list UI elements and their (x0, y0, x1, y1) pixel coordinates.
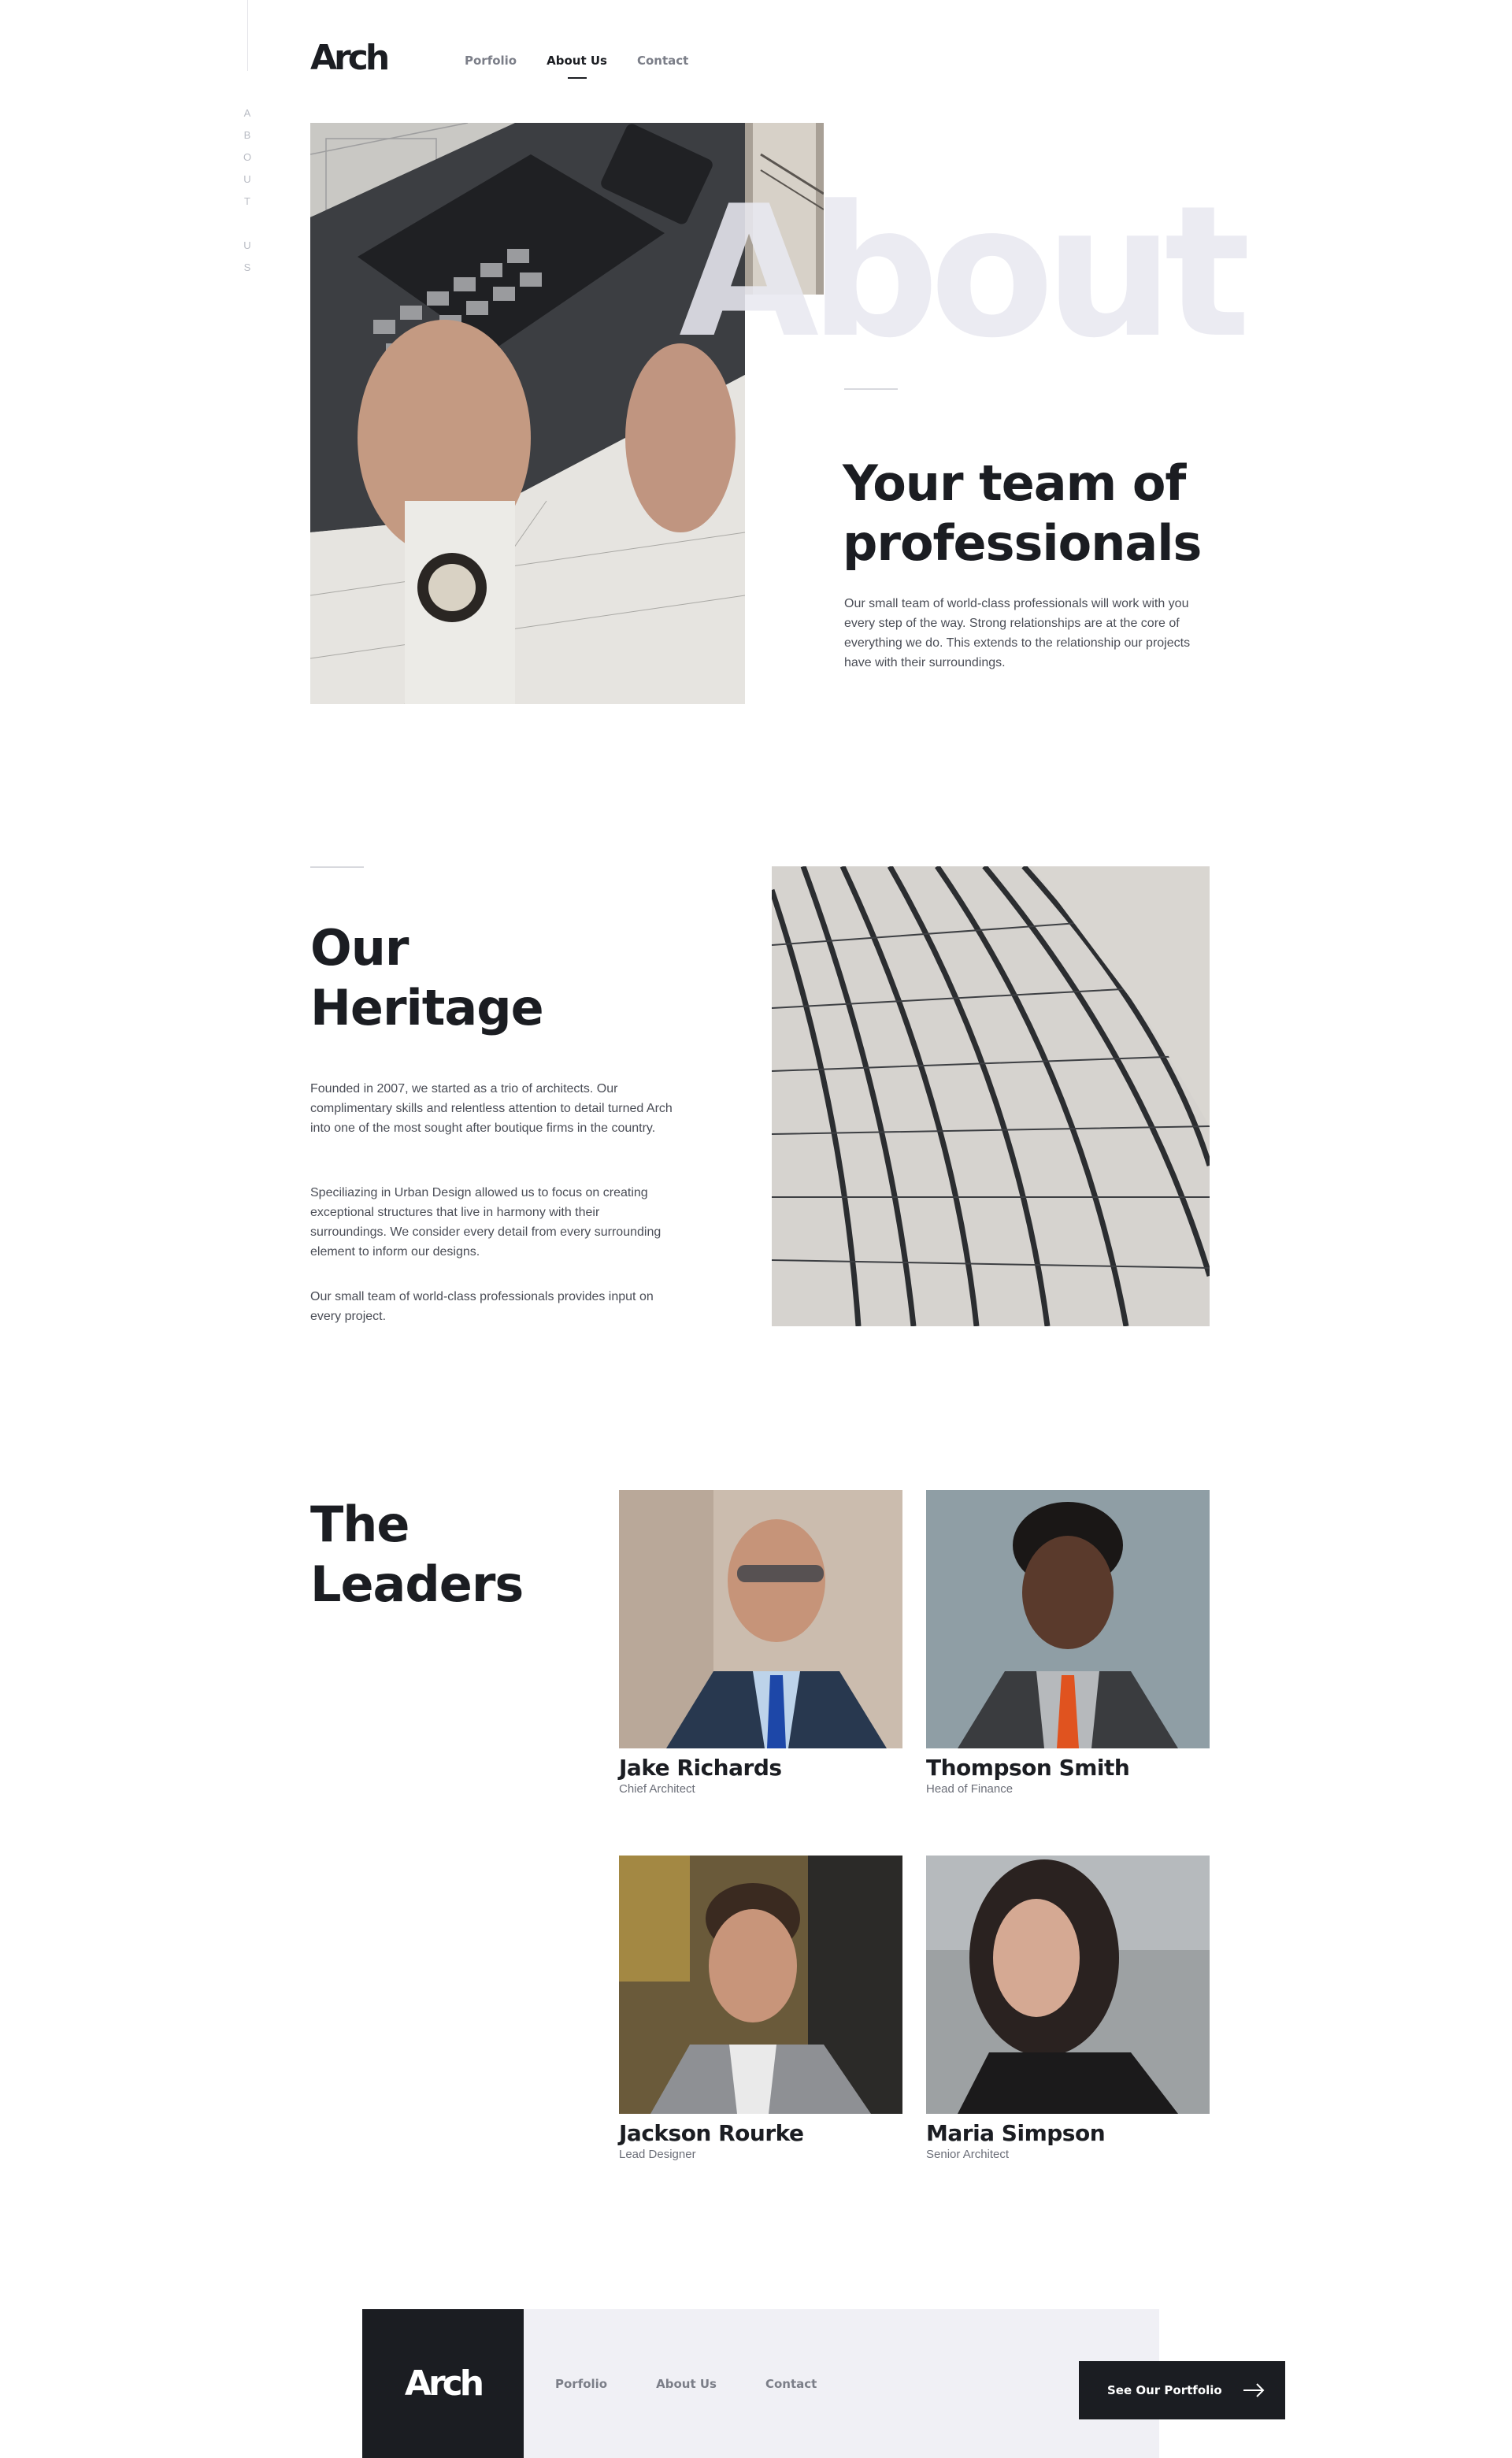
leader-name: Jake Richards (619, 1755, 782, 1781)
leaders-title: The Leaders (310, 1496, 524, 1613)
leader-photo (619, 1856, 902, 2114)
nav-link-contact[interactable]: Contact (637, 54, 688, 68)
leader-card[interactable]: Thompson Smith Head of Finance (926, 1490, 1210, 1796)
leader-name: Jackson Rourke (619, 2120, 804, 2146)
leader-role: Senior Architect (926, 2148, 1010, 2161)
leader-name: Thompson Smith (926, 1755, 1130, 1781)
footer-link-portfolio[interactable]: Porfolio (555, 2377, 607, 2391)
site-footer: Arch Porfolio About Us Contact (362, 2309, 1159, 2458)
cta-label: See Our Portfolio (1107, 2383, 1222, 2397)
footer-logo-box: Arch (362, 2309, 524, 2458)
heritage-paragraph-3: Our small team of world-class profession… (310, 1290, 654, 1323)
arrow-right-icon (1243, 2383, 1265, 2397)
footer-nav: Porfolio About Us Contact (555, 2377, 817, 2391)
hero-title: Your team of professionals (843, 454, 1202, 572)
leader-card[interactable]: Maria Simpson Senior Architect (926, 1856, 1210, 2161)
leader-photo (619, 1490, 902, 1748)
footer-link-contact[interactable]: Contact (765, 2377, 817, 2391)
leader-photo (926, 1490, 1210, 1748)
leader-name: Maria Simpson (926, 2120, 1106, 2146)
leader-role: Head of Finance (926, 1782, 1014, 1796)
leader-photo (926, 1856, 1210, 2114)
building-facade-image (772, 866, 1210, 1326)
heritage-title: Our Heritage (310, 919, 544, 1036)
vertical-page-label: A B O U T U S (243, 107, 252, 273)
footer-link-about[interactable]: About Us (656, 2377, 717, 2391)
leader-card[interactable]: Jake Richards Chief Architect (619, 1490, 902, 1796)
heritage-paragraph-2: Speciliazing in Urban Design allowed us … (310, 1186, 662, 1259)
footer-logo[interactable]: Arch (405, 2363, 484, 2404)
about-watermark: About (679, 168, 1251, 378)
hero-description: Our small team of world-class profession… (844, 597, 1191, 669)
leader-card[interactable]: Jackson Rourke Lead Designer (619, 1856, 902, 2161)
leader-role: Chief Architect (619, 1782, 695, 1796)
nav-link-portfolio[interactable]: Porfolio (465, 54, 517, 68)
nav-link-about[interactable]: About Us (547, 54, 607, 68)
heritage-divider (310, 866, 364, 868)
site-logo[interactable]: Arch (310, 38, 390, 78)
side-divider (247, 0, 248, 71)
see-portfolio-button[interactable]: See Our Portfolio (1079, 2361, 1285, 2419)
hero-divider (844, 388, 898, 390)
heritage-paragraph-1: Founded in 2007, we started as a trio of… (310, 1082, 673, 1135)
main-nav: Porfolio About Us Contact (465, 54, 688, 68)
leader-role: Lead Designer (619, 2148, 696, 2161)
